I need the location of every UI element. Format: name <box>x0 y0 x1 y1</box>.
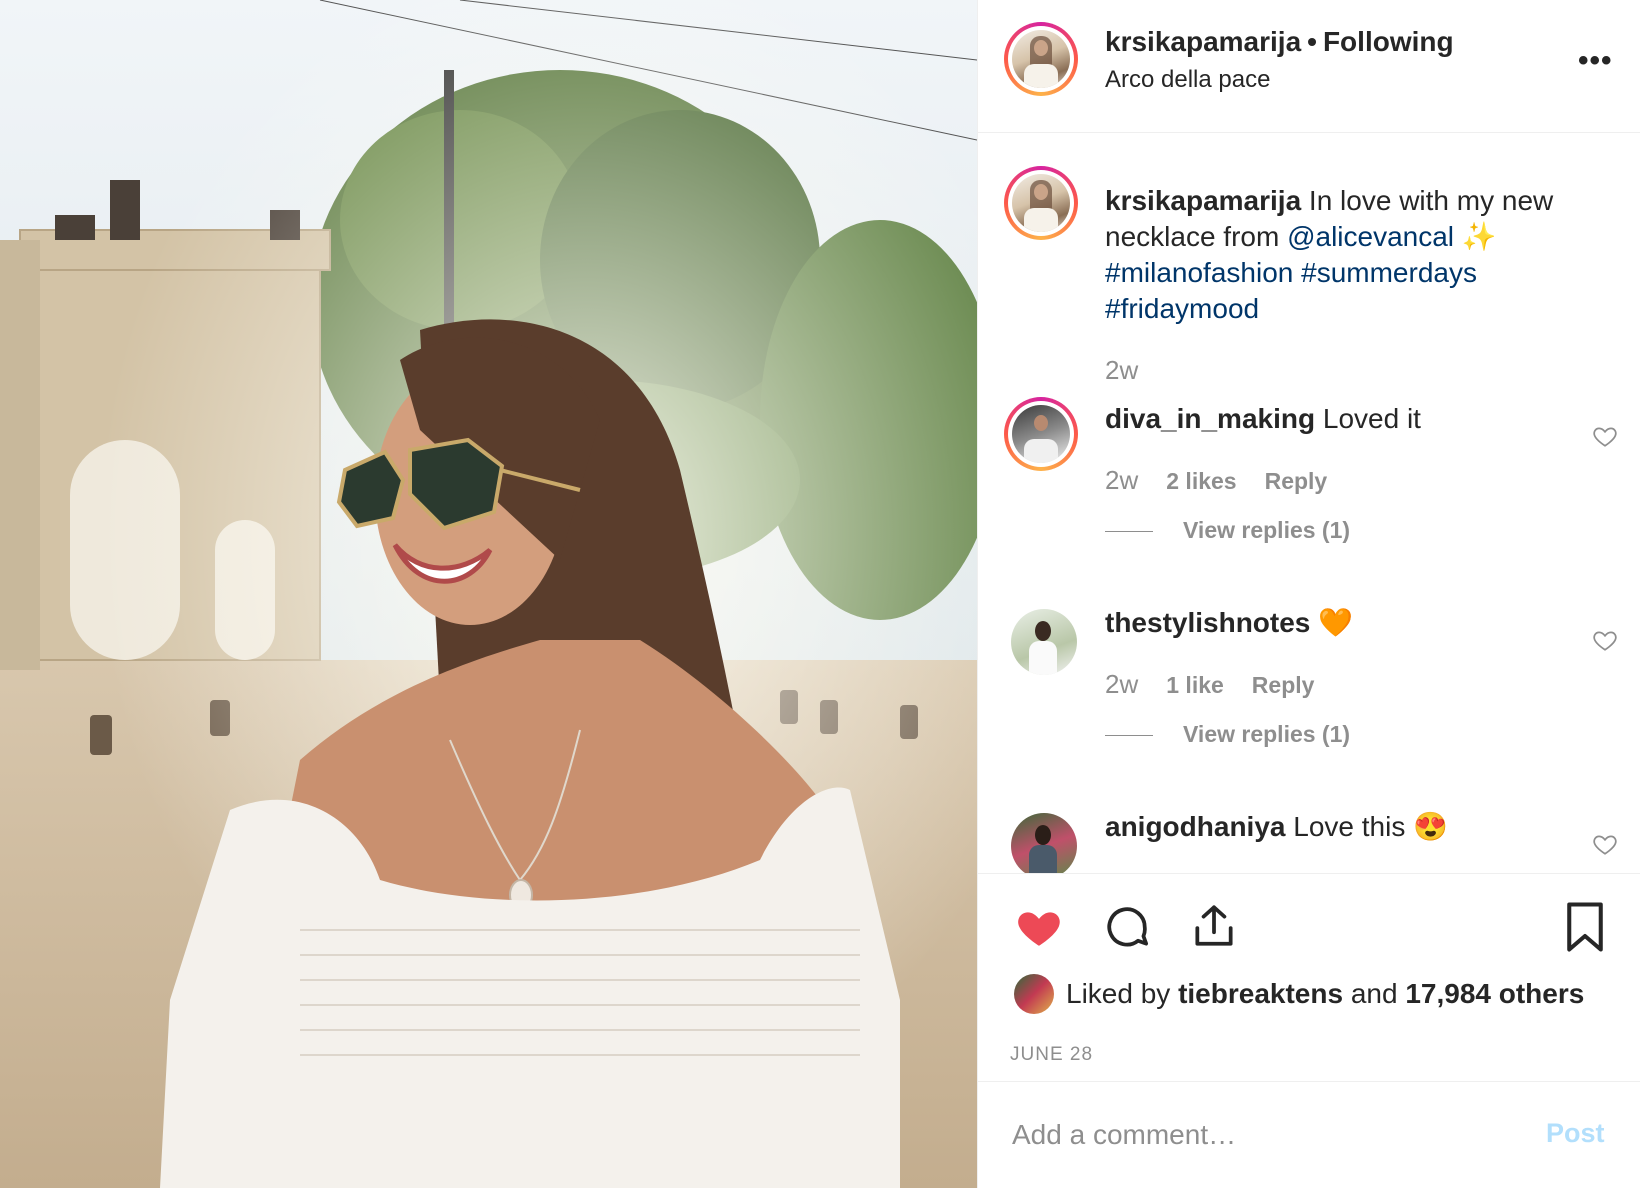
post-date[interactable]: JUNE 28 <box>1010 1044 1093 1066</box>
comment-text: Love this 😍 <box>1285 811 1448 842</box>
likes-count-link[interactable]: 17,984 others <box>1405 978 1584 1010</box>
comment-item: thestylishnotes 🧡 <box>1105 605 1353 641</box>
photo-illustration <box>0 0 977 1188</box>
comment-text: Loved it <box>1315 403 1421 434</box>
comment-username[interactable]: diva_in_making <box>1105 403 1315 434</box>
like-heart-icon[interactable] <box>1014 902 1064 952</box>
comment-username[interactable]: thestylishnotes <box>1105 607 1310 638</box>
more-options-icon[interactable]: ••• <box>1578 44 1613 78</box>
sparkles-emoji: ✨ <box>1454 221 1497 252</box>
divider-line <box>1105 735 1153 737</box>
post-comment-button[interactable]: Post <box>1546 1118 1605 1149</box>
liked-by-prefix: Liked by <box>1066 978 1171 1009</box>
author-line: krsikapamarija • Following <box>1105 26 1454 58</box>
post-header: krsikapamarija • Following Arco della pace… <box>978 0 1640 133</box>
view-replies-button[interactable]: View replies (1) <box>1105 517 1350 544</box>
comment-likes[interactable]: 1 like <box>1166 672 1224 698</box>
location-link[interactable]: Arco della pace <box>1105 66 1270 94</box>
view-replies-label: View replies (1) <box>1183 721 1351 747</box>
commenter-avatar[interactable] <box>1011 813 1077 873</box>
caption-avatar[interactable] <box>1004 166 1078 240</box>
comment-time[interactable]: 2w <box>1105 465 1138 495</box>
add-comment-input[interactable] <box>1010 1112 1494 1158</box>
liked-by-middle: and <box>1350 978 1398 1009</box>
caption: krsikapamarija In love with my new neckl… <box>1105 183 1585 327</box>
author-avatar[interactable] <box>1004 22 1078 96</box>
hashtag-link[interactable]: #summerdays <box>1301 257 1477 288</box>
comment-time[interactable]: 2w <box>1105 669 1138 699</box>
reply-button[interactable]: Reply <box>1252 672 1315 698</box>
comment-like-heart-icon[interactable] <box>1592 423 1618 449</box>
comment-meta: 2w 2 likes Reply <box>1105 465 1355 496</box>
instagram-post-modal: krsikapamarija • Following Arco della pace… <box>0 0 1640 1188</box>
view-replies-label: View replies (1) <box>1183 517 1351 543</box>
commenter-avatar[interactable] <box>1011 609 1077 675</box>
comment-item: anigodhaniya Love this 😍 <box>1105 809 1448 845</box>
comment-bubble-icon[interactable] <box>1102 902 1152 952</box>
comment-username[interactable]: anigodhaniya <box>1105 811 1285 842</box>
comment-like-heart-icon[interactable] <box>1592 627 1618 653</box>
liked-by-username[interactable]: tiebreaktens <box>1178 978 1343 1010</box>
author-username[interactable]: krsikapamarija <box>1105 26 1301 57</box>
mention-link[interactable]: @alicevancal <box>1287 221 1454 252</box>
share-icon[interactable] <box>1189 900 1239 952</box>
add-comment-bar: Post <box>978 1081 1640 1189</box>
follow-status-button[interactable]: Following <box>1323 26 1454 57</box>
comment-likes[interactable]: 2 likes <box>1166 468 1236 494</box>
post-details-panel: krsikapamarija • Following Arco della pace… <box>977 0 1640 1188</box>
comment-item: diva_in_making Loved it <box>1105 401 1421 437</box>
comments-list[interactable]: krsikapamarija In love with my new neckl… <box>978 133 1640 873</box>
hashtag-link[interactable]: #milanofashion <box>1105 257 1293 288</box>
commenter-avatar[interactable] <box>1004 397 1078 471</box>
separator-dot: • <box>1307 26 1317 57</box>
reply-button[interactable]: Reply <box>1265 468 1328 494</box>
save-bookmark-icon[interactable] <box>1562 900 1608 954</box>
liked-by-summary: Liked by tiebreaktens and 17,984 others <box>1014 974 1584 1014</box>
caption-username[interactable]: krsikapamarija <box>1105 185 1301 216</box>
comment-text: 🧡 <box>1310 607 1354 638</box>
divider-line <box>1105 531 1153 533</box>
liked-by-avatar[interactable] <box>1014 974 1054 1014</box>
post-photo[interactable] <box>0 0 977 1188</box>
view-replies-button[interactable]: View replies (1) <box>1105 721 1350 748</box>
caption-time[interactable]: 2w <box>1105 355 1138 386</box>
comment-meta: 2w 1 like Reply <box>1105 669 1342 700</box>
comment-like-heart-icon[interactable] <box>1592 831 1618 857</box>
post-actions: Liked by tiebreaktens and 17,984 others … <box>978 873 1640 1188</box>
hashtag-link[interactable]: #fridaymood <box>1105 293 1259 324</box>
